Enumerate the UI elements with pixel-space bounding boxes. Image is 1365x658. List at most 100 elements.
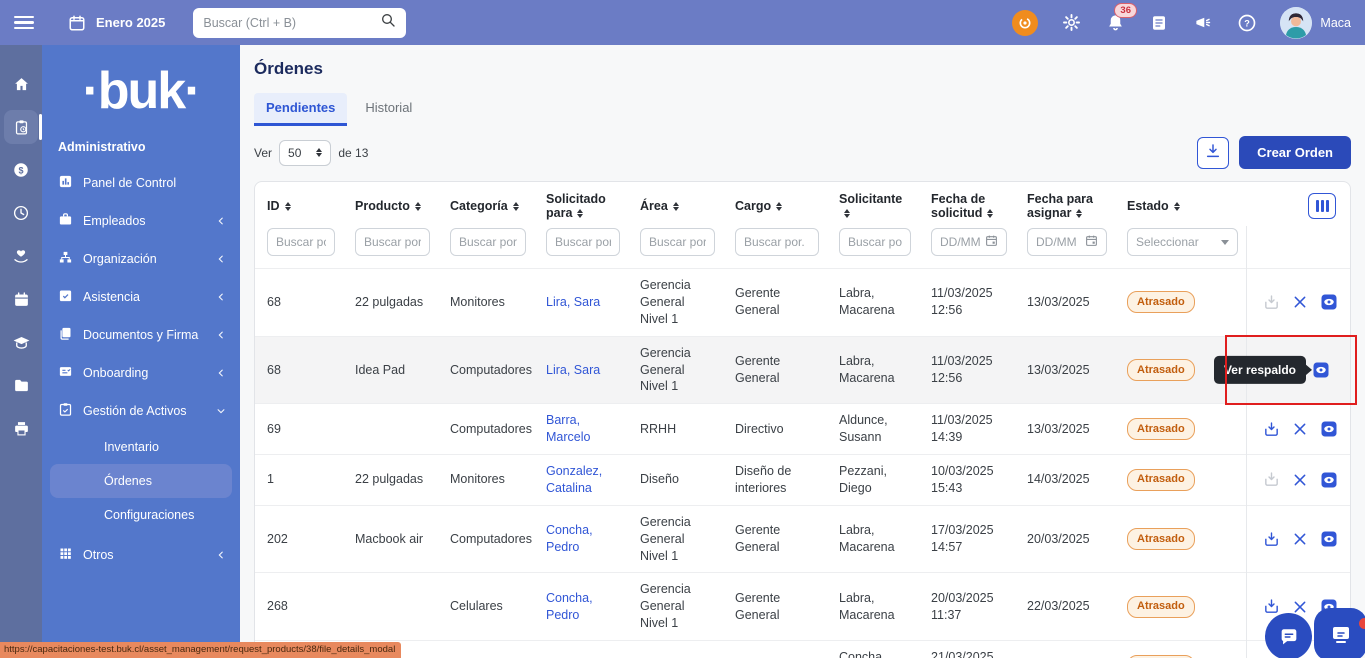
filter-cargo-input[interactable] <box>735 228 819 256</box>
view-backup-action-icon[interactable] <box>1320 420 1338 438</box>
column-settings-button[interactable] <box>1308 193 1336 219</box>
menu-icon[interactable] <box>14 15 34 30</box>
cell-area: Gerencia General Nivel 1 <box>628 572 723 641</box>
user-name[interactable]: Maca <box>1320 16 1351 30</box>
status-badge: Atrasado <box>1127 291 1195 314</box>
events-icon[interactable] <box>4 282 38 316</box>
search-input[interactable] <box>203 15 373 30</box>
print-icon[interactable] <box>4 411 38 445</box>
view-backup-action-icon[interactable] <box>1320 471 1338 489</box>
assign-action-icon[interactable] <box>1263 531 1280 548</box>
tab-pendientes[interactable]: Pendientes <box>254 93 348 126</box>
table-row[interactable]: 202 Macbook air Computadores Concha, Ped… <box>255 504 1350 573</box>
view-backup-action-icon[interactable] <box>1320 293 1338 311</box>
cancel-action-icon[interactable] <box>1293 473 1307 487</box>
view-backup-action-icon[interactable] <box>1312 361 1330 379</box>
view-backup-action-icon[interactable] <box>1320 530 1338 548</box>
buk-logo[interactable]: ·buk· <box>42 45 240 126</box>
col-header-estado[interactable]: Estado <box>1115 182 1246 226</box>
filter-categoria-input[interactable] <box>450 228 526 256</box>
filter-area-input[interactable] <box>640 228 715 256</box>
files-icon[interactable] <box>4 368 38 402</box>
tab-historial[interactable]: Historial <box>353 93 424 126</box>
notifications-icon[interactable]: 36 <box>1104 2 1137 34</box>
cell-fecha-asignar: 22/03/2025 <box>1015 640 1115 658</box>
assign-action-icon[interactable] <box>1263 598 1280 615</box>
table-row[interactable]: 1 22 pulgadas Monitores Gonzalez, Catali… <box>255 454 1350 506</box>
col-header-categoria[interactable]: Categoría <box>438 182 534 226</box>
help-icon[interactable]: ? <box>1236 12 1258 34</box>
filter-fecha-asignar-date[interactable]: DD/MM <box>1027 228 1107 256</box>
sidebar-item-onboarding[interactable]: Onboarding <box>42 354 240 392</box>
notification-dot <box>1359 618 1365 629</box>
col-header-id[interactable]: ID <box>255 182 343 226</box>
table-row[interactable]: 334 Galaxy Celulares María, Luz RRHH Dir… <box>255 640 1350 658</box>
recording-icon[interactable] <box>1012 9 1039 36</box>
filter-producto-input[interactable] <box>355 228 430 256</box>
documents-icon[interactable] <box>1148 12 1170 34</box>
sidebar-subitem-ordenes[interactable]: Órdenes <box>50 464 232 499</box>
assign-action-icon[interactable] <box>1263 421 1280 438</box>
col-header-solicitado-para[interactable]: Solicitado para <box>534 182 628 226</box>
sidebar-subitem-configuraciones[interactable]: Configuraciones <box>50 498 232 532</box>
sidebar-item-empleados[interactable]: Empleados <box>42 202 240 240</box>
sidebar-item-asistencia[interactable]: Asistencia <box>42 278 240 316</box>
filter-solicitante-input[interactable] <box>839 228 911 256</box>
chevron-left-icon <box>216 216 226 226</box>
table-row[interactable]: 69 Computadores Barra, Marcelo RRHH Dire… <box>255 403 1350 455</box>
announcements-icon[interactable] <box>1192 12 1214 34</box>
sidebar-item-organizacion[interactable]: Organización <box>42 240 240 278</box>
period-selector[interactable]: Enero 2025 <box>66 12 165 34</box>
download-button[interactable] <box>1197 136 1230 169</box>
sort-icon <box>512 201 519 212</box>
sidebar-item-panel-de-control[interactable]: Panel de Control <box>42 164 240 202</box>
col-header-cargo[interactable]: Cargo <box>723 182 827 226</box>
sidebar-item-documentos-y-firma[interactable]: Documentos y Firma <box>42 316 240 354</box>
global-search[interactable] <box>193 7 407 38</box>
col-header-fecha-solicitud[interactable]: Fecha de solicitud <box>919 182 1015 226</box>
solicitado-link[interactable]: Gonzalez, Catalina <box>546 464 602 495</box>
search-icon[interactable] <box>380 12 396 33</box>
payments-icon[interactable]: $ <box>4 153 38 187</box>
solicitado-link[interactable]: Barra, Marcelo <box>546 413 590 444</box>
solicitado-link[interactable]: Lira, Sara <box>546 363 600 377</box>
filter-id-input[interactable] <box>267 228 335 256</box>
avatar[interactable] <box>1280 6 1313 39</box>
settings-icon[interactable] <box>1060 12 1082 34</box>
assign-action-icon[interactable] <box>1263 471 1280 488</box>
col-header-solicitante[interactable]: Solicitante <box>827 182 919 226</box>
learning-icon[interactable] <box>4 325 38 359</box>
assign-action-icon[interactable] <box>1263 294 1280 311</box>
col-header-producto[interactable]: Producto <box>343 182 438 226</box>
col-header-area[interactable]: Área <box>628 182 723 226</box>
cancel-action-icon[interactable] <box>1293 422 1307 436</box>
home-icon[interactable] <box>4 67 38 101</box>
asset-management-icon[interactable] <box>4 110 42 144</box>
page-size-select[interactable]: 50 <box>279 139 332 166</box>
cancel-action-icon[interactable] <box>1293 295 1307 309</box>
chat-bubble-button[interactable] <box>1265 613 1312 658</box>
sidebar-item-otros[interactable]: Otros <box>42 536 240 574</box>
time-icon[interactable] <box>4 196 38 230</box>
benefits-icon[interactable] <box>4 239 38 273</box>
filter-estado-select[interactable]: Seleccionar <box>1127 228 1238 256</box>
create-order-button[interactable]: Crear Orden <box>1239 136 1351 169</box>
support-widget-button[interactable] <box>1314 608 1365 658</box>
solicitado-link[interactable]: Concha, Pedro <box>546 523 593 554</box>
cancel-action-icon[interactable] <box>1293 600 1307 614</box>
fecha-solicitud-date: 11/03/2025 <box>931 354 993 369</box>
page-size-value: 50 <box>288 145 302 160</box>
filter-solicitado-input[interactable] <box>546 228 620 256</box>
table-row[interactable]: 68 Idea Pad Computadores Lira, Sara Gere… <box>255 334 1357 406</box>
cancel-action-icon[interactable] <box>1293 532 1307 546</box>
chevron-left-icon <box>216 292 226 302</box>
sidebar-item-label: Panel de Control <box>83 176 177 191</box>
solicitado-link[interactable]: Lira, Sara <box>546 295 600 309</box>
sidebar-item-gestion-de-activos[interactable]: Gestión de Activos <box>42 392 240 430</box>
col-header-fecha-asignar[interactable]: Fecha para asignar <box>1015 182 1115 226</box>
table-row[interactable]: 268 Celulares Concha, Pedro Gerencia Gen… <box>255 572 1350 641</box>
sidebar-subitem-inventario[interactable]: Inventario <box>50 430 232 464</box>
filter-fecha-solicitud-date[interactable]: DD/MM <box>931 228 1007 256</box>
solicitado-link[interactable]: Concha, Pedro <box>546 591 593 622</box>
table-row[interactable]: 68 22 pulgadas Monitores Lira, Sara Gere… <box>255 268 1350 337</box>
